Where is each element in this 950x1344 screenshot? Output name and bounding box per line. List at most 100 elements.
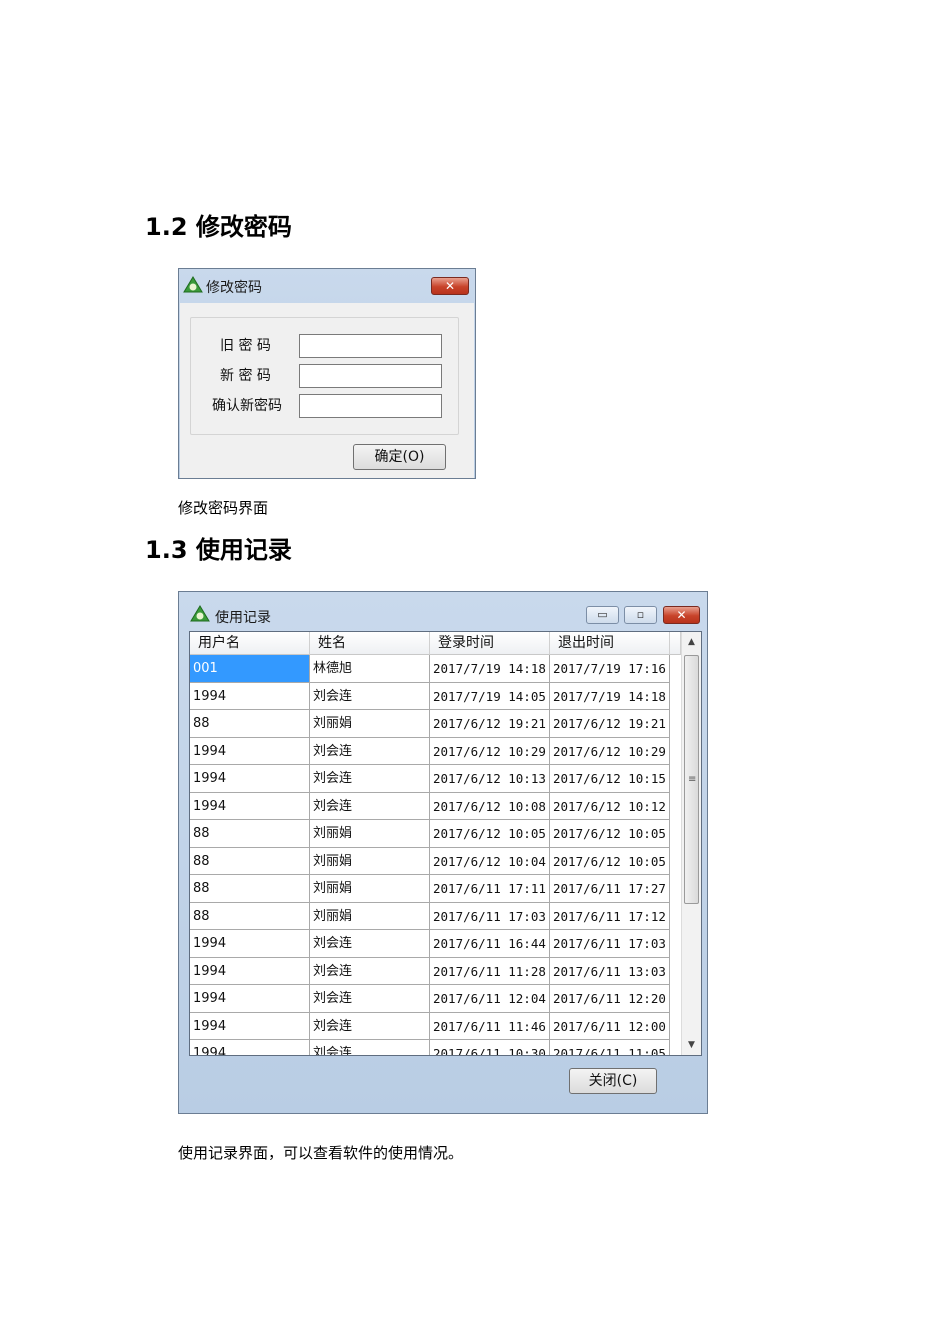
cell-name[interactable]: 刘会连 <box>310 930 430 958</box>
cell-username[interactable]: 88 <box>190 902 310 930</box>
table-row[interactable]: 1994 刘会连 2017/6/12 10:08 2017/6/12 10:12 <box>190 792 681 820</box>
new-password-field[interactable] <box>299 364 442 388</box>
cell-login-time[interactable]: 2017/6/11 12:04 <box>430 985 550 1013</box>
vertical-scrollbar[interactable]: ▲ ≡ ▼ <box>681 632 701 1055</box>
table-row[interactable]: 88 刘丽娟 2017/6/11 17:11 2017/6/11 17:27 <box>190 875 681 903</box>
cell-logout-time[interactable]: 2017/6/11 17:03 <box>550 930 670 958</box>
table-row[interactable]: 1994 刘会连 2017/6/12 10:13 2017/6/12 10:15 <box>190 765 681 793</box>
table-row[interactable]: 88 刘丽娟 2017/6/11 17:03 2017/6/11 17:12 <box>190 902 681 930</box>
cell-name[interactable]: 刘会连 <box>310 957 430 985</box>
cell-username[interactable]: 1994 <box>190 737 310 765</box>
cell-logout-time[interactable]: 2017/6/11 11:05 <box>550 1040 670 1055</box>
cell-name[interactable]: 刘丽娟 <box>310 875 430 903</box>
table-row[interactable]: 1994 刘会连 2017/6/11 16:44 2017/6/11 17:03 <box>190 930 681 958</box>
cell-username[interactable]: 1994 <box>190 1012 310 1040</box>
usage-log-table[interactable]: 用户名 姓名 登录时间 退出时间 001 林德旭 2017/7/19 14:18 20… <box>189 631 702 1056</box>
cell-login-time[interactable]: 2017/6/11 17:11 <box>430 875 550 903</box>
cell-login-time[interactable]: 2017/6/12 10:29 <box>430 737 550 765</box>
scroll-thumb[interactable]: ≡ <box>684 655 699 904</box>
cell-name[interactable]: 刘丽娟 <box>310 902 430 930</box>
cell-name[interactable]: 刘会连 <box>310 737 430 765</box>
cell-username[interactable]: 88 <box>190 820 310 848</box>
cell-login-time[interactable]: 2017/6/12 19:21 <box>430 710 550 738</box>
section-heading-usage-log: 1.3 使用记录 <box>145 536 292 564</box>
maximize-button[interactable]: ▫ <box>624 606 657 624</box>
table-row[interactable]: 1994 刘会连 2017/6/11 12:04 2017/6/11 12:20 <box>190 985 681 1013</box>
cell-username[interactable]: 1994 <box>190 765 310 793</box>
table-row[interactable]: 1994 刘会连 2017/6/11 11:46 2017/6/11 12:00 <box>190 1012 681 1040</box>
cell-username[interactable]: 88 <box>190 875 310 903</box>
cell-login-time[interactable]: 2017/6/11 17:03 <box>430 902 550 930</box>
cell-name[interactable]: 林德旭 <box>310 655 430 683</box>
cell-username[interactable]: 1994 <box>190 930 310 958</box>
cell-name[interactable]: 刘丽娟 <box>310 847 430 875</box>
cell-logout-time[interactable]: 2017/6/12 10:15 <box>550 765 670 793</box>
cell-logout-time[interactable]: 2017/6/11 12:00 <box>550 1012 670 1040</box>
table-row[interactable]: 1994 刘会连 2017/6/11 10:30 2017/6/11 11:05 <box>190 1040 681 1055</box>
column-header-login-time[interactable]: 登录时间 <box>430 632 550 655</box>
cell-username[interactable]: 88 <box>190 847 310 875</box>
cell-name[interactable]: 刘会连 <box>310 765 430 793</box>
cell-logout-time[interactable]: 2017/6/11 13:03 <box>550 957 670 985</box>
cell-logout-time[interactable]: 2017/6/11 17:12 <box>550 902 670 930</box>
confirm-password-field[interactable] <box>299 394 442 418</box>
cell-login-time[interactable]: 2017/6/12 10:08 <box>430 792 550 820</box>
cell-logout-time[interactable]: 2017/7/19 17:16 <box>550 655 670 683</box>
table-row[interactable]: 88 刘丽娟 2017/6/12 10:05 2017/6/12 10:05 <box>190 820 681 848</box>
scroll-up-icon[interactable]: ▲ <box>682 632 701 652</box>
change-password-dialog: 修改密码 ✕ 旧 密 码 新 密 码 确认新密码 确定(O) <box>178 268 476 479</box>
cell-username[interactable]: 001 <box>190 655 310 683</box>
cell-login-time[interactable]: 2017/6/11 11:28 <box>430 957 550 985</box>
close-button[interactable]: ✕ <box>663 606 700 624</box>
cell-login-time[interactable]: 2017/6/11 11:46 <box>430 1012 550 1040</box>
cell-login-time[interactable]: 2017/6/12 10:05 <box>430 820 550 848</box>
table-row[interactable]: 1994 刘会连 2017/6/12 10:29 2017/6/12 10:29 <box>190 737 681 765</box>
cell-name[interactable]: 刘会连 <box>310 792 430 820</box>
table-row[interactable]: 88 刘丽娟 2017/6/12 19:21 2017/6/12 19:21 <box>190 710 681 738</box>
cell-username[interactable]: 1994 <box>190 792 310 820</box>
cell-logout-time[interactable]: 2017/6/12 10:12 <box>550 792 670 820</box>
column-header-name[interactable]: 姓名 <box>310 632 430 655</box>
cell-username[interactable]: 88 <box>190 710 310 738</box>
cell-username[interactable]: 1994 <box>190 1040 310 1055</box>
table-row[interactable]: 1994 刘会连 2017/6/11 11:28 2017/6/11 13:03 <box>190 957 681 985</box>
cell-logout-time[interactable]: 2017/6/12 10:05 <box>550 847 670 875</box>
cell-logout-time[interactable]: 2017/6/11 17:27 <box>550 875 670 903</box>
cell-logout-time[interactable]: 2017/6/12 10:29 <box>550 737 670 765</box>
cell-login-time[interactable]: 2017/7/19 14:18 <box>430 655 550 683</box>
cell-name[interactable]: 刘丽娟 <box>310 820 430 848</box>
table-row[interactable]: 001 林德旭 2017/7/19 14:18 2017/7/19 17:16 <box>190 655 681 683</box>
cell-logout-time[interactable]: 2017/7/19 14:18 <box>550 682 670 710</box>
dialog-titlebar[interactable]: 使用记录 ▭ ▫ ✕ <box>179 592 707 630</box>
dialog-title: 使用记录 <box>215 610 271 626</box>
cell-login-time[interactable]: 2017/6/12 10:04 <box>430 847 550 875</box>
cell-name[interactable]: 刘会连 <box>310 1012 430 1040</box>
cell-login-time[interactable]: 2017/6/11 16:44 <box>430 930 550 958</box>
new-password-label: 新 密 码 <box>220 368 271 384</box>
cell-name[interactable]: 刘会连 <box>310 1040 430 1055</box>
table-row[interactable]: 88 刘丽娟 2017/6/12 10:04 2017/6/12 10:05 <box>190 847 681 875</box>
cell-username[interactable]: 1994 <box>190 682 310 710</box>
ok-button[interactable]: 确定(O) <box>353 444 446 470</box>
old-password-field[interactable] <box>299 334 442 358</box>
close-dialog-button[interactable]: 关闭(C) <box>569 1068 657 1094</box>
scroll-down-icon[interactable]: ▼ <box>682 1035 701 1055</box>
table-row[interactable]: 1994 刘会连 2017/7/19 14:05 2017/7/19 14:18 <box>190 682 681 710</box>
close-button[interactable]: ✕ <box>431 277 469 295</box>
cell-username[interactable]: 1994 <box>190 957 310 985</box>
cell-logout-time[interactable]: 2017/6/12 10:05 <box>550 820 670 848</box>
cell-logout-time[interactable]: 2017/6/11 12:20 <box>550 985 670 1013</box>
cell-username[interactable]: 1994 <box>190 985 310 1013</box>
cell-name[interactable]: 刘丽娟 <box>310 710 430 738</box>
column-header-username[interactable]: 用户名 <box>190 632 310 655</box>
cell-name[interactable]: 刘会连 <box>310 682 430 710</box>
cell-login-time[interactable]: 2017/6/11 10:30 <box>430 1040 550 1055</box>
section-heading-change-password: 1.2 修改密码 <box>145 213 292 241</box>
cell-logout-time[interactable]: 2017/6/12 19:21 <box>550 710 670 738</box>
column-header-logout-time[interactable]: 退出时间 <box>550 632 670 655</box>
cell-login-time[interactable]: 2017/7/19 14:05 <box>430 682 550 710</box>
cell-name[interactable]: 刘会连 <box>310 985 430 1013</box>
dialog-titlebar[interactable]: 修改密码 ✕ <box>179 269 475 303</box>
cell-login-time[interactable]: 2017/6/12 10:13 <box>430 765 550 793</box>
minimize-button[interactable]: ▭ <box>586 606 619 624</box>
